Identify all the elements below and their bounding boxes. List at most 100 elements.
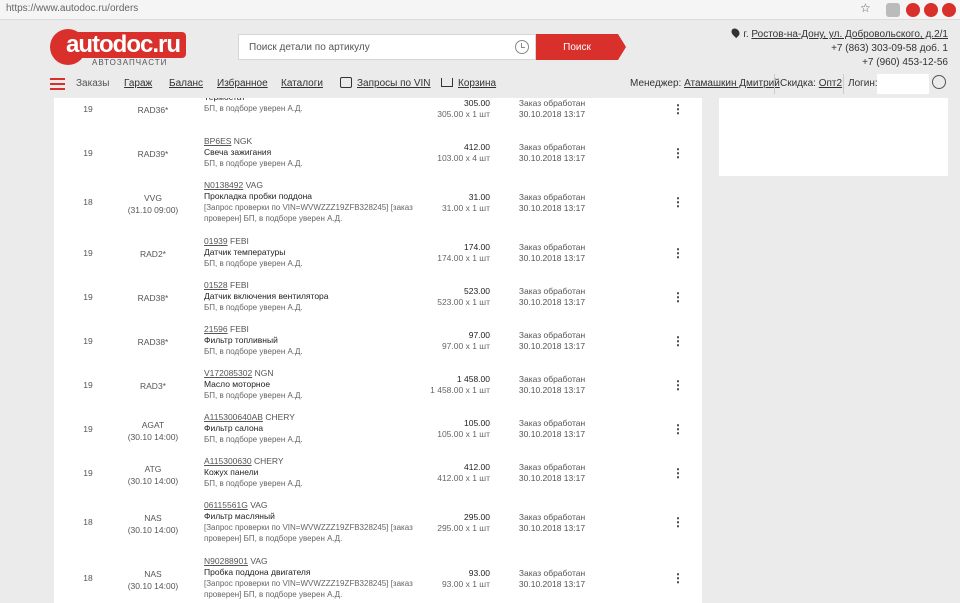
part-article-link[interactable]: 21596 <box>204 324 228 334</box>
location: г. Ростов-на-Дону, ул. Добровольского, д… <box>730 26 948 42</box>
extension-icon[interactable] <box>906 3 920 17</box>
bookmark-star-icon[interactable]: ☆ <box>860 1 871 15</box>
discount-link[interactable]: Опт2 <box>819 78 842 89</box>
supplier-code-value: ATG <box>144 464 162 474</box>
manager: Менеджер: Атамашкин Дмитрий <box>630 78 780 89</box>
supplier-delivery: (30.10 14:00) <box>127 581 179 591</box>
part-article-link[interactable]: BP6ES <box>204 136 231 146</box>
part-article-link[interactable]: N0138492 <box>204 180 243 190</box>
status-text: Заказ обработан <box>518 98 586 108</box>
part-article-link[interactable]: V172085302 <box>204 368 252 378</box>
price-total: 93.00 <box>468 568 490 578</box>
price-total: 523.00 <box>464 286 490 296</box>
supplier-code-value: NAS <box>144 513 162 523</box>
location-pin-icon <box>730 26 742 39</box>
status-date: 30.10.2018 13:17 <box>518 429 586 439</box>
row-menu-icon[interactable]: ⋮ <box>672 103 684 115</box>
price: 31.00 31.00 x 1 шт <box>414 192 490 214</box>
login-input[interactable] <box>877 74 929 94</box>
status-date: 30.10.2018 13:17 <box>518 523 586 533</box>
order-qty: 19 <box>83 292 93 302</box>
logo-subtitle: АВТОЗАПЧАСТИ <box>92 58 168 67</box>
row-menu-icon[interactable]: ⋮ <box>672 423 684 435</box>
nav-catalogs[interactable]: Каталоги <box>281 78 323 89</box>
price-calc: 295.00 x 1 шт <box>437 523 490 533</box>
row-menu-icon[interactable]: ⋮ <box>672 247 684 259</box>
price: 1 458.00 1 458.00 x 1 шт <box>414 374 490 396</box>
part-article-link[interactable]: A115300630 <box>204 456 252 466</box>
logo[interactable]: autodoc.ru АВТОЗАПЧАСТИ <box>50 29 190 67</box>
login-icon[interactable] <box>932 75 946 89</box>
price-total: 412.00 <box>464 462 490 472</box>
price: 412.00 103.00 x 4 шт <box>414 142 490 164</box>
nav-orders[interactable]: Заказы <box>76 78 109 89</box>
row-menu-icon[interactable]: ⋮ <box>672 572 684 584</box>
row-menu-icon[interactable]: ⋮ <box>672 335 684 347</box>
status-text: Заказ обработан <box>518 192 586 202</box>
row-menu-icon[interactable]: ⋮ <box>672 516 684 528</box>
part-brand: VAG <box>250 556 268 566</box>
status-date: 30.10.2018 13:17 <box>518 385 586 395</box>
nav-cart[interactable]: Корзина <box>458 78 496 89</box>
vin-icon <box>340 77 352 88</box>
manager-link[interactable]: Атамашкин Дмитрий <box>684 78 780 89</box>
supplier-code-value: NAS <box>144 569 162 579</box>
location-link[interactable]: Ростов-на-Дону, ул. Добровольского, д.2/… <box>751 29 948 40</box>
part-description: V172085302 NGN Масло моторное БП, в подбор… <box>204 368 434 401</box>
part-article-link[interactable]: A115300640AB <box>204 412 263 422</box>
part-note: [Запрос проверки по VIN=WVWZZZ19ZFB32824… <box>204 579 413 588</box>
status-date: 30.10.2018 13:17 <box>518 579 586 589</box>
price-calc: 103.00 x 4 шт <box>437 153 490 163</box>
price-calc: 1 458.00 x 1 шт <box>430 385 490 395</box>
extension-icon[interactable] <box>942 3 956 17</box>
history-icon[interactable] <box>515 40 529 54</box>
row-menu-icon[interactable]: ⋮ <box>672 196 684 208</box>
menu-burger-icon[interactable] <box>50 78 65 90</box>
part-article-link[interactable]: 01939 <box>204 236 228 246</box>
search-input[interactable] <box>239 35 509 59</box>
part-note: БП, в подборе уверен А.Д. <box>204 104 303 113</box>
address-bar[interactable]: https://www.autodoc.ru/orders <box>6 3 138 14</box>
order-status: Заказ обработан 30.10.2018 13:17 <box>514 286 590 308</box>
part-note: БП, в подборе уверен А.Д. <box>204 347 303 356</box>
order-qty: 18 <box>83 573 93 583</box>
extension-icon[interactable] <box>886 3 900 17</box>
order-qty: 19 <box>83 248 93 258</box>
part-description: 21596 FEBI Фильтр топливный БП, в подборе … <box>204 324 434 357</box>
price-total: 105.00 <box>464 418 490 428</box>
part-article-link[interactable]: N90288901 <box>204 556 248 566</box>
order-status: Заказ обработан 30.10.2018 13:17 <box>514 462 590 484</box>
part-article-line: BP6ES NGK <box>204 136 434 147</box>
part-brand: FEBI <box>230 324 249 334</box>
supplier-code-value: VVG <box>144 193 162 203</box>
part-article-line: N90288901 VAG <box>204 556 434 567</box>
part-name: Пробка поддона двигателя <box>204 567 311 577</box>
contacts: г. Ростов-на-Дону, ул. Добровольского, д… <box>730 26 948 70</box>
part-name: Фильтр салона <box>204 423 264 433</box>
status-date: 30.10.2018 13:17 <box>518 153 586 163</box>
row-menu-icon[interactable]: ⋮ <box>672 291 684 303</box>
supplier-delivery: (30.10 14:00) <box>127 525 179 535</box>
part-note: БП, в подборе уверен А.Д. <box>204 259 303 268</box>
row-menu-icon[interactable]: ⋮ <box>672 467 684 479</box>
row-menu-icon[interactable]: ⋮ <box>672 379 684 391</box>
part-article-link[interactable]: 06115561G <box>204 500 248 510</box>
supplier-code: NAS (30.10 14:00) <box>114 568 192 592</box>
part-article-line: 01528 FEBI <box>204 280 434 291</box>
extension-icon[interactable] <box>924 3 938 17</box>
order-status: Заказ обработан 30.10.2018 13:17 <box>514 98 590 120</box>
supplier-code: VVG (31.10 09:00) <box>114 192 192 216</box>
row-menu-icon[interactable]: ⋮ <box>672 147 684 159</box>
nav-favorites[interactable]: Избранное <box>217 78 268 89</box>
part-article-link[interactable]: 01528 <box>204 280 228 290</box>
part-note-cont: проверен] БП, в подборе уверен А.Д. <box>204 214 343 223</box>
search-button[interactable]: Поиск <box>536 34 618 60</box>
nav-garage[interactable]: Гараж <box>124 78 152 89</box>
order-qty: 18 <box>83 517 93 527</box>
part-name: Датчик включения вентилятора <box>204 291 329 301</box>
nav-vin-requests[interactable]: Запросы по VIN <box>357 78 431 89</box>
nav-balance[interactable]: Баланс <box>169 78 203 89</box>
part-name: Фильтр топливный <box>204 335 278 345</box>
part-note: [Запрос проверки по VIN=WVWZZZ19ZFB32824… <box>204 203 413 212</box>
divider <box>774 74 775 94</box>
